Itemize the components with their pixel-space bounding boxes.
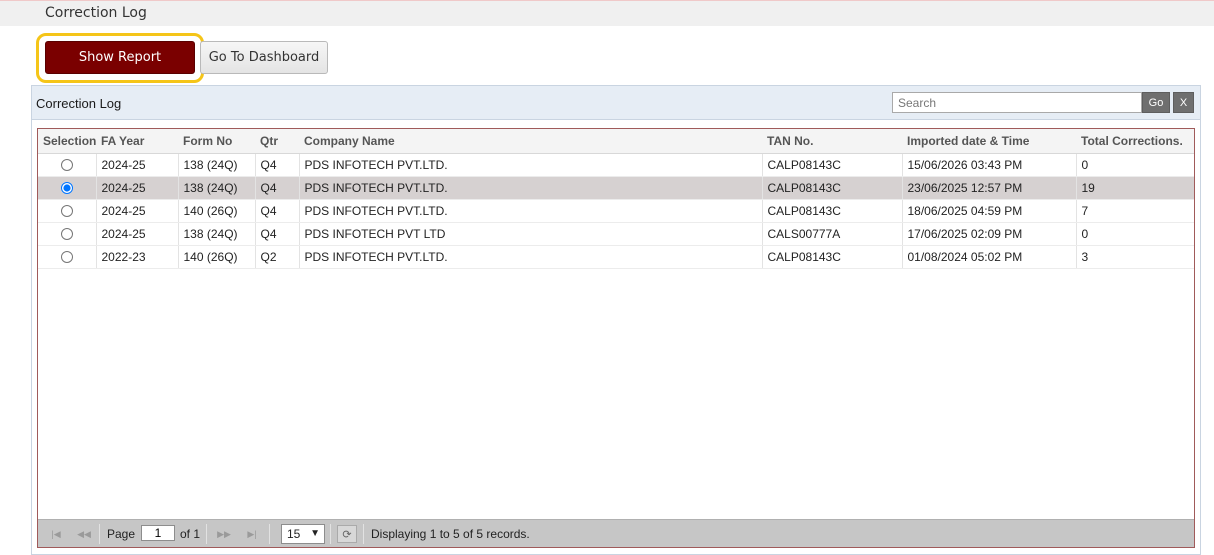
row-select-radio[interactable] [60, 205, 73, 218]
cell-form-no: 138 (24Q) [178, 153, 256, 177]
column-header-qtr[interactable]: Qtr [255, 129, 299, 154]
cell-tan-no: CALS00777A [762, 222, 903, 246]
table-row[interactable]: 2024-25 140 (26Q) Q4 PDS INFOTECH PVT.LT… [38, 199, 1194, 223]
cell-qtr: Q2 [255, 245, 300, 269]
cell-qtr: Q4 [255, 199, 300, 223]
cell-qtr: Q4 [255, 153, 300, 177]
pager-separator [99, 524, 100, 544]
search-clear-button[interactable]: X [1173, 92, 1194, 113]
chevron-down-icon: ▼ [310, 528, 320, 539]
cell-company-name: PDS INFOTECH PVT.LTD. [299, 176, 763, 200]
correction-log-panel: Correction Log Go X Selection FA Year Fo… [31, 85, 1201, 555]
cell-tan-no: CALP08143C [762, 153, 903, 177]
cell-fa-year: 2022-23 [96, 245, 179, 269]
row-select-radio[interactable] [60, 251, 73, 264]
last-page-icon[interactable]: ▶| [242, 526, 262, 542]
pager-separator [206, 524, 207, 544]
cell-tan-no: CALP08143C [762, 245, 903, 269]
cell-tan-no: CALP08143C [762, 199, 903, 223]
column-header-tan-no[interactable]: TAN No. [762, 129, 902, 154]
next-page-icon[interactable]: ▶▶ [214, 526, 234, 542]
column-header-fa-year[interactable]: FA Year [96, 129, 178, 154]
cell-imported-date: 17/06/2025 02:09 PM [902, 222, 1077, 246]
cell-qtr: Q4 [255, 222, 300, 246]
cell-form-no: 140 (26Q) [178, 199, 256, 223]
search-go-button[interactable]: Go [1142, 92, 1170, 113]
cell-company-name: PDS INFOTECH PVT.LTD. [299, 199, 763, 223]
search-input[interactable] [892, 92, 1142, 113]
cell-fa-year: 2024-25 [96, 222, 179, 246]
show-report-button[interactable]: Show Report [45, 41, 195, 74]
table-row[interactable]: 2024-25 138 (24Q) Q4 PDS INFOTECH PVT.LT… [38, 176, 1194, 200]
records-status: Displaying 1 to 5 of 5 records. [371, 527, 530, 541]
cell-qtr: Q4 [255, 176, 300, 200]
cell-imported-date: 18/06/2025 04:59 PM [902, 199, 1077, 223]
cell-company-name: PDS INFOTECH PVT LTD [299, 222, 763, 246]
table-row[interactable]: 2024-25 138 (24Q) Q4 PDS INFOTECH PVT LT… [38, 222, 1194, 246]
row-select-radio[interactable] [60, 228, 73, 241]
cell-imported-date: 23/06/2025 12:57 PM [902, 176, 1077, 200]
row-select-radio[interactable] [60, 159, 73, 172]
table-header-row: Selection FA Year Form No Qtr Company Na… [38, 129, 1194, 154]
data-table: Selection FA Year Form No Qtr Company Na… [38, 129, 1194, 269]
cell-form-no: 138 (24Q) [178, 222, 256, 246]
cell-fa-year: 2024-25 [96, 153, 179, 177]
cell-total-corrections: 3 [1076, 245, 1194, 269]
cell-imported-date: 15/06/2026 03:43 PM [902, 153, 1077, 177]
cell-company-name: PDS INFOTECH PVT.LTD. [299, 245, 763, 269]
first-page-icon[interactable]: |◀ [46, 526, 66, 542]
pager-separator [269, 524, 270, 544]
pager-separator [363, 524, 364, 544]
column-header-selection[interactable]: Selection [38, 129, 96, 154]
table-row[interactable]: 2024-25 138 (24Q) Q4 PDS INFOTECH PVT.LT… [38, 153, 1194, 177]
cell-imported-date: 01/08/2024 05:02 PM [902, 245, 1077, 269]
cell-tan-no: CALP08143C [762, 176, 903, 200]
pager-separator [330, 524, 331, 544]
pagination-bar: |◀ ◀◀ Page of 1 ▶▶ ▶| 15 ▼ ⟳ Displaying … [38, 519, 1194, 547]
previous-page-icon[interactable]: ◀◀ [74, 526, 94, 542]
column-header-imported-date[interactable]: Imported date & Time [902, 129, 1076, 154]
page-title: Correction Log [45, 5, 147, 21]
cell-company-name: PDS INFOTECH PVT.LTD. [299, 153, 763, 177]
go-to-dashboard-button[interactable]: Go To Dashboard [200, 41, 328, 74]
cell-form-no: 138 (24Q) [178, 176, 256, 200]
column-header-total-corrections[interactable]: Total Corrections. [1076, 129, 1194, 154]
panel-title: Correction Log [36, 96, 122, 111]
cell-fa-year: 2024-25 [96, 176, 179, 200]
page-header: Correction Log [0, 1, 1214, 26]
page-size-select[interactable]: 15 ▼ [281, 524, 325, 544]
cell-total-corrections: 0 [1076, 222, 1194, 246]
page-of-label: of 1 [180, 527, 201, 541]
table-row[interactable]: 2022-23 140 (26Q) Q2 PDS INFOTECH PVT.LT… [38, 245, 1194, 269]
column-header-company-name[interactable]: Company Name [299, 129, 762, 154]
cell-fa-year: 2024-25 [96, 199, 179, 223]
page-size-value: 15 [287, 527, 301, 541]
refresh-icon[interactable]: ⟳ [337, 525, 357, 543]
panel-header: Correction Log Go X [32, 86, 1200, 120]
cell-total-corrections: 19 [1076, 176, 1194, 200]
page-number-input[interactable] [141, 525, 175, 541]
cell-total-corrections: 7 [1076, 199, 1194, 223]
column-header-form-no[interactable]: Form No [178, 129, 255, 154]
cell-total-corrections: 0 [1076, 153, 1194, 177]
correction-log-grid: Selection FA Year Form No Qtr Company Na… [37, 128, 1195, 548]
cell-form-no: 140 (26Q) [178, 245, 256, 269]
row-select-radio[interactable] [60, 182, 73, 195]
page-label: Page [107, 527, 136, 541]
